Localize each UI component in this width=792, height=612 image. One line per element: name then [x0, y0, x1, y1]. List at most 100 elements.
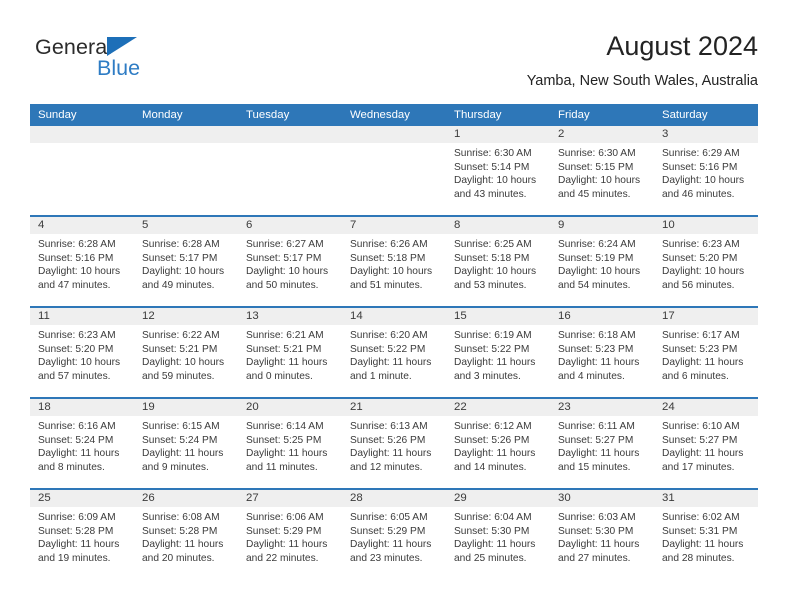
daylight-text-line2: and 50 minutes.	[246, 279, 319, 291]
calendar-day-cell[interactable]: 16 Sunrise: 6:18 AM Sunset: 5:23 PM Dayligh…	[550, 308, 654, 397]
calendar-day-cell[interactable]: 14 Sunrise: 6:20 AM Sunset: 5:22 PM Dayligh…	[342, 308, 446, 397]
sunrise-text: Sunrise: 6:28 AM	[38, 239, 116, 250]
day-number-band: 27	[238, 490, 342, 507]
daylight-text-line2: and 4 minutes.	[558, 370, 625, 382]
day-number: 23	[558, 401, 571, 413]
daylight-text-line2: and 53 minutes.	[454, 279, 527, 291]
calendar-week-row: 25 Sunrise: 6:09 AM Sunset: 5:28 PM Dayligh…	[30, 488, 758, 579]
day-sun-info: Sunrise: 6:19 AM Sunset: 5:22 PM Daylight:…	[446, 325, 550, 383]
sunset-text: Sunset: 5:26 PM	[454, 434, 530, 446]
sunset-text: Sunset: 5:25 PM	[246, 434, 322, 446]
calendar-day-cell[interactable]: 7 Sunrise: 6:26 AM Sunset: 5:18 PM Daylight…	[342, 217, 446, 306]
daylight-text-line1: Daylight: 11 hours	[558, 357, 640, 369]
calendar-day-cell[interactable]: 29 Sunrise: 6:04 AM Sunset: 5:30 PM Dayligh…	[446, 490, 550, 579]
sunrise-text: Sunrise: 6:26 AM	[350, 239, 428, 250]
daylight-text-line2: and 3 minutes.	[454, 370, 521, 382]
calendar-day-cell[interactable]: 20 Sunrise: 6:14 AM Sunset: 5:25 PM Dayligh…	[238, 399, 342, 488]
daylight-text-line2: and 27 minutes.	[558, 552, 631, 564]
calendar-day-cell[interactable]: 13 Sunrise: 6:21 AM Sunset: 5:21 PM Dayligh…	[238, 308, 342, 397]
calendar-day-cell[interactable]: 2 Sunrise: 6:30 AM Sunset: 5:15 PM Daylight…	[550, 126, 654, 215]
day-sun-info: Sunrise: 6:08 AM Sunset: 5:28 PM Daylight:…	[134, 507, 238, 565]
calendar-day-cell[interactable]: 19 Sunrise: 6:15 AM Sunset: 5:24 PM Dayligh…	[134, 399, 238, 488]
day-number-band: 8	[446, 217, 550, 234]
day-number: 10	[662, 219, 675, 231]
day-number: 16	[558, 310, 571, 322]
day-number-band: 20	[238, 399, 342, 416]
calendar-day-cell[interactable]: 31 Sunrise: 6:02 AM Sunset: 5:31 PM Dayligh…	[654, 490, 758, 579]
calendar-day-cell[interactable]: 21 Sunrise: 6:13 AM Sunset: 5:26 PM Dayligh…	[342, 399, 446, 488]
day-sun-info: Sunrise: 6:25 AM Sunset: 5:18 PM Daylight:…	[446, 234, 550, 292]
sunrise-text: Sunrise: 6:19 AM	[454, 330, 532, 341]
calendar-day-cell[interactable]: 22 Sunrise: 6:12 AM Sunset: 5:26 PM Dayligh…	[446, 399, 550, 488]
sunset-text: Sunset: 5:22 PM	[350, 343, 426, 355]
day-sun-info: Sunrise: 6:03 AM Sunset: 5:30 PM Daylight:…	[550, 507, 654, 565]
day-sun-info: Sunrise: 6:30 AM Sunset: 5:14 PM Daylight:…	[446, 143, 550, 201]
calendar-day-cell[interactable]: 27 Sunrise: 6:06 AM Sunset: 5:29 PM Dayligh…	[238, 490, 342, 579]
day-number-band: 22	[446, 399, 550, 416]
day-number: 28	[350, 492, 363, 504]
calendar-day-cell[interactable]: 10 Sunrise: 6:23 AM Sunset: 5:20 PM Dayligh…	[654, 217, 758, 306]
daylight-text-line1: Daylight: 10 hours	[142, 357, 225, 369]
sunset-text: Sunset: 5:21 PM	[246, 343, 322, 355]
sunset-text: Sunset: 5:20 PM	[38, 343, 114, 355]
daylight-text-line2: and 28 minutes.	[662, 552, 735, 564]
day-sun-info: Sunrise: 6:23 AM Sunset: 5:20 PM Daylight:…	[30, 325, 134, 383]
sunset-text: Sunset: 5:24 PM	[38, 434, 114, 446]
week-days: 18 Sunrise: 6:16 AM Sunset: 5:24 PM Dayligh…	[30, 399, 758, 488]
calendar-day-cell[interactable]: 5 Sunrise: 6:28 AM Sunset: 5:17 PM Daylight…	[134, 217, 238, 306]
calendar-day-cell[interactable]: 23 Sunrise: 6:11 AM Sunset: 5:27 PM Dayligh…	[550, 399, 654, 488]
day-number-band: 25	[30, 490, 134, 507]
day-number-band: 9	[550, 217, 654, 234]
day-number: 7	[350, 219, 357, 231]
sunrise-text: Sunrise: 6:15 AM	[142, 421, 220, 432]
calendar-day-cell[interactable]: 18 Sunrise: 6:16 AM Sunset: 5:24 PM Dayligh…	[30, 399, 134, 488]
day-number: 15	[454, 310, 467, 322]
calendar-day-cell[interactable]: 28 Sunrise: 6:05 AM Sunset: 5:29 PM Dayligh…	[342, 490, 446, 579]
daylight-text-line2: and 11 minutes.	[246, 461, 318, 473]
day-sun-info: Sunrise: 6:05 AM Sunset: 5:29 PM Daylight:…	[342, 507, 446, 565]
calendar-day-cell[interactable]: 24 Sunrise: 6:10 AM Sunset: 5:27 PM Dayligh…	[654, 399, 758, 488]
calendar-day-cell[interactable]: 8 Sunrise: 6:25 AM Sunset: 5:18 PM Daylight…	[446, 217, 550, 306]
calendar-day-cell[interactable]: 25 Sunrise: 6:09 AM Sunset: 5:28 PM Dayligh…	[30, 490, 134, 579]
daylight-text-line2: and 0 minutes.	[246, 370, 313, 382]
day-number-band: 14	[342, 308, 446, 325]
calendar-day-cell[interactable]: 4 Sunrise: 6:28 AM Sunset: 5:16 PM Daylight…	[30, 217, 134, 306]
day-number: 5	[142, 219, 149, 231]
day-number: 20	[246, 401, 259, 413]
day-number: 19	[142, 401, 155, 413]
day-number-band: 17	[654, 308, 758, 325]
calendar-day-cell[interactable]: 17 Sunrise: 6:17 AM Sunset: 5:23 PM Dayligh…	[654, 308, 758, 397]
weekday-header-tuesday: Tuesday	[246, 109, 290, 121]
title-block: August 2024 Yamba, New South Wales, Aust…	[527, 28, 758, 92]
daylight-text-line2: and 47 minutes.	[38, 279, 111, 291]
daylight-text-line1: Daylight: 11 hours	[350, 539, 432, 551]
daylight-text-line2: and 15 minutes.	[558, 461, 631, 473]
daylight-text-line2: and 25 minutes.	[454, 552, 527, 564]
sunset-text: Sunset: 5:28 PM	[142, 525, 218, 537]
calendar-day-cell[interactable]: 11 Sunrise: 6:23 AM Sunset: 5:20 PM Dayligh…	[30, 308, 134, 397]
day-sun-info: Sunrise: 6:12 AM Sunset: 5:26 PM Daylight:…	[446, 416, 550, 474]
day-number: 12	[142, 310, 155, 322]
calendar-week-row: 1 Sunrise: 6:30 AM Sunset: 5:14 PM Daylight…	[30, 126, 758, 215]
daylight-text-line1: Daylight: 10 hours	[350, 266, 433, 278]
calendar-day-cell[interactable]: 1 Sunrise: 6:30 AM Sunset: 5:14 PM Daylight…	[446, 126, 550, 215]
day-number-band: 24	[654, 399, 758, 416]
generalblue-logo[interactable]: General Blue	[35, 34, 215, 90]
calendar-day-cell[interactable]: 26 Sunrise: 6:08 AM Sunset: 5:28 PM Dayligh…	[134, 490, 238, 579]
daylight-text-line2: and 20 minutes.	[142, 552, 215, 564]
calendar-day-cell[interactable]: 12 Sunrise: 6:22 AM Sunset: 5:21 PM Dayligh…	[134, 308, 238, 397]
day-sun-info: Sunrise: 6:16 AM Sunset: 5:24 PM Daylight:…	[30, 416, 134, 474]
sunrise-text: Sunrise: 6:09 AM	[38, 512, 116, 523]
day-number-band	[342, 126, 446, 143]
calendar-day-cell[interactable]: 30 Sunrise: 6:03 AM Sunset: 5:30 PM Dayligh…	[550, 490, 654, 579]
weekday-header-row: Sunday Monday Tuesday Wednesday Thursday…	[30, 104, 758, 126]
calendar-grid: Sunday Monday Tuesday Wednesday Thursday…	[30, 104, 758, 579]
calendar-day-cell[interactable]: 6 Sunrise: 6:27 AM Sunset: 5:17 PM Daylight…	[238, 217, 342, 306]
calendar-day-cell[interactable]: 3 Sunrise: 6:29 AM Sunset: 5:16 PM Daylight…	[654, 126, 758, 215]
day-number: 22	[454, 401, 467, 413]
sunrise-text: Sunrise: 6:16 AM	[38, 421, 116, 432]
calendar-day-cell[interactable]: 15 Sunrise: 6:19 AM Sunset: 5:22 PM Dayligh…	[446, 308, 550, 397]
day-number: 26	[142, 492, 155, 504]
calendar-day-cell[interactable]: 9 Sunrise: 6:24 AM Sunset: 5:19 PM Daylight…	[550, 217, 654, 306]
daylight-text-line2: and 49 minutes.	[142, 279, 215, 291]
